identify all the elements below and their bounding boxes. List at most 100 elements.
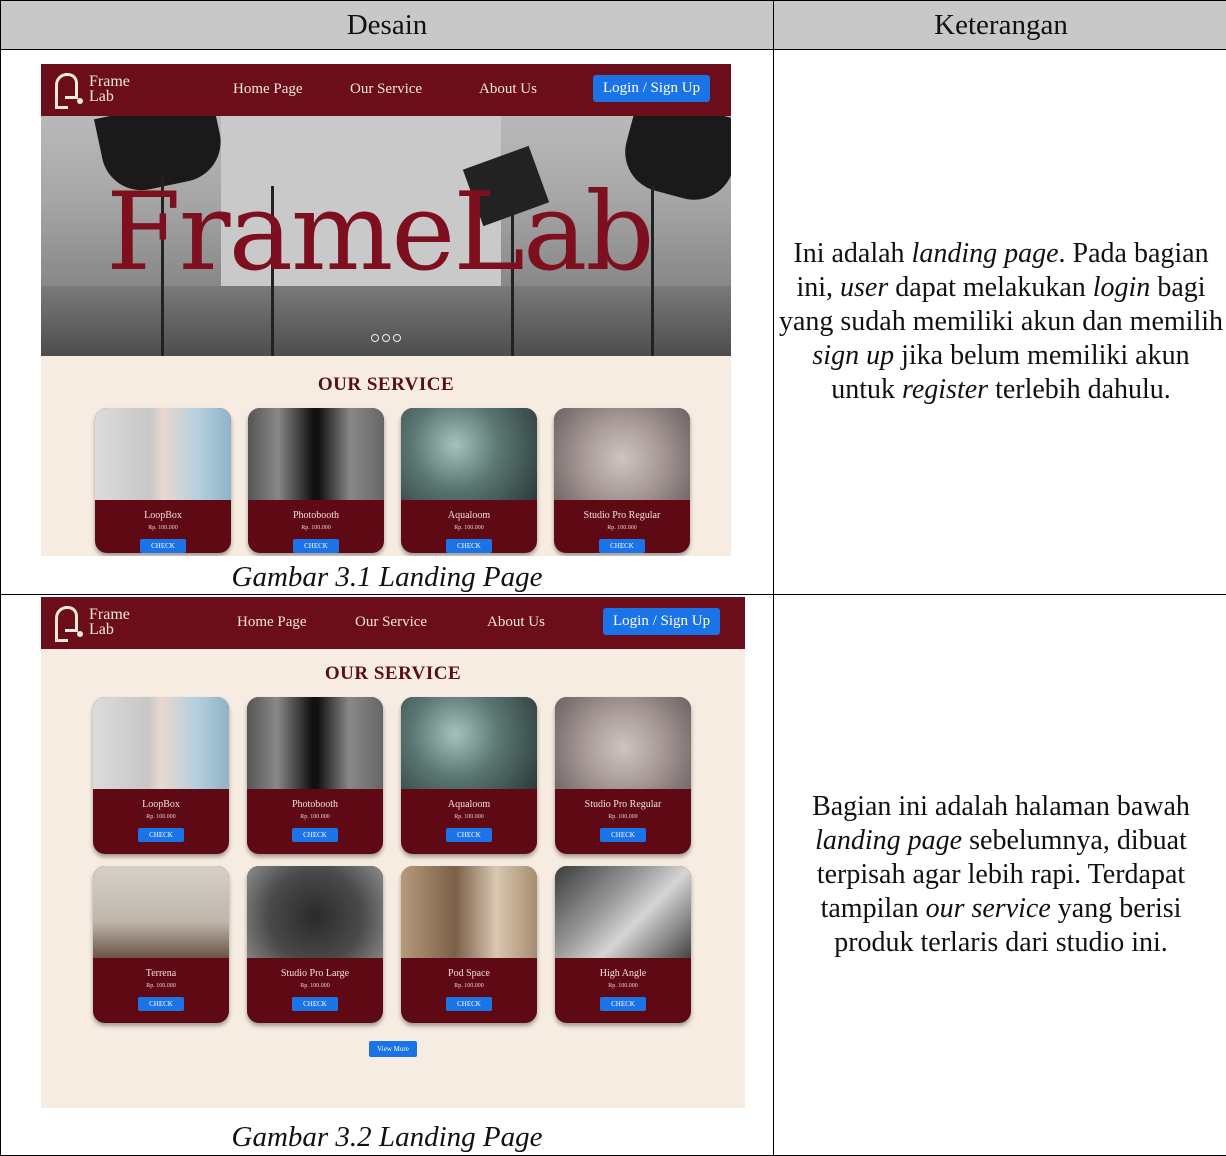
service-price: Rp. 100.000 [401,983,537,989]
nav-home-page[interactable]: Home Page [233,81,303,98]
service-card[interactable]: Studio Pro Regular Rp. 100.000 CHECK [554,408,690,553]
service-image [401,697,537,789]
description-cell-1: Ini adalah landing page. Pada bagian ini… [774,50,1226,595]
hero-banner: FrameLab [41,116,731,356]
service-card[interactable]: Terrena Rp. 100.000 CHECK [93,866,229,1023]
service-heading: OUR SERVICE [41,374,731,396]
service-grid: LoopBox Rp. 100.000 CHECK Photobooth Rp. 10… [41,408,731,553]
carousel-dots[interactable] [371,334,401,342]
service-card[interactable]: LoopBox Rp. 100.000 CHECK [95,408,231,553]
figure-caption: Gambar 3.1 Landing Page [1,560,773,594]
service-name: High Angle [555,968,691,979]
view-more-button[interactable]: View More [369,1041,417,1057]
check-button[interactable]: CHECK [600,997,646,1011]
service-price: Rp. 100.000 [555,814,691,820]
service-card[interactable]: LoopBox Rp. 100.000 CHECK [93,697,229,854]
service-name: LoopBox [95,510,231,521]
check-button[interactable]: CHECK [292,828,338,842]
service-image [401,866,537,958]
navbar: FrameLab Home Page Our Service About Us … [41,64,731,116]
service-price: Rp. 100.000 [247,814,383,820]
check-button[interactable]: CHECK [138,997,184,1011]
navbar: FrameLab Home Page Our Service About Us … [41,597,745,649]
service-price: Rp. 100.000 [554,525,690,531]
service-name: Photobooth [248,510,384,521]
nav-our-service[interactable]: Our Service [355,614,427,631]
login-signup-button[interactable]: Login / Sign Up [603,608,720,635]
service-image [93,697,229,789]
service-card[interactable]: Aqualoom Rp. 100.000 CHECK [401,408,537,553]
logo-mark-icon [53,604,85,640]
service-name: Studio Pro Regular [554,510,690,521]
service-card[interactable]: Aqualoom Rp. 100.000 CHECK [401,697,537,854]
table-header-row: Desain Keterangan [1,1,1226,50]
service-card[interactable]: Photobooth Rp. 100.000 CHECK [247,697,383,854]
service-image [555,866,691,958]
nav-about-us[interactable]: About Us [487,614,545,631]
check-button[interactable]: CHECK [599,539,645,553]
service-image [95,408,231,500]
service-card[interactable]: Studio Pro Large Rp. 100.000 CHECK [247,866,383,1023]
service-heading: OUR SERVICE [41,663,745,685]
logo-text-line2: Lab [89,622,130,637]
service-name: Pod Space [401,968,537,979]
service-image [93,866,229,958]
check-button[interactable]: CHECK [446,539,492,553]
service-name: LoopBox [93,799,229,810]
figure-caption: Gambar 3.2 Landing Page [1,1120,773,1154]
service-price: Rp. 100.000 [401,525,537,531]
service-name: Studio Pro Large [247,968,383,979]
check-button[interactable]: CHECK [138,828,184,842]
service-card[interactable]: Photobooth Rp. 100.000 CHECK [248,408,384,553]
check-button[interactable]: CHECK [600,828,646,842]
service-name: Aqualoom [401,799,537,810]
service-price: Rp. 100.000 [555,983,691,989]
logo-text-line1: Frame [89,74,130,89]
service-grid-row-1: LoopBox Rp. 100.000 CHECK Photobooth Rp. 10… [41,697,745,854]
nav-about-us[interactable]: About Us [479,81,537,98]
service-name: Aqualoom [401,510,537,521]
landing-mockup-1: FrameLab Home Page Our Service About Us … [41,64,731,556]
framelab-logo: FrameLab [53,71,130,107]
service-grid-row-2: Terrena Rp. 100.000 CHECK Studio Pro Large… [41,866,745,1023]
design-cell-2: FrameLab Home Page Our Service About Us … [1,595,774,1156]
logo-text-line1: Frame [89,607,130,622]
service-price: Rp. 100.000 [95,525,231,531]
service-price: Rp. 100.000 [93,814,229,820]
description-text: Bagian ini adalah halaman bawah landing … [778,790,1224,960]
logo-mark-icon [53,71,85,107]
service-card[interactable]: Studio Pro Regular Rp. 100.000 CHECK [555,697,691,854]
service-card[interactable]: High Angle Rp. 100.000 CHECK [555,866,691,1023]
service-price: Rp. 100.000 [401,814,537,820]
logo-text-line2: Lab [89,89,130,104]
service-name: Photobooth [247,799,383,810]
service-price: Rp. 100.000 [247,983,383,989]
nav-home-page[interactable]: Home Page [237,614,307,631]
service-card[interactable]: Pod Space Rp. 100.000 CHECK [401,866,537,1023]
nav-our-service[interactable]: Our Service [350,81,422,98]
service-image [554,408,690,500]
service-price: Rp. 100.000 [248,525,384,531]
design-table: Desain Keterangan FrameLab Home Page Our… [0,0,1226,1156]
login-signup-button[interactable]: Login / Sign Up [593,75,710,102]
design-cell-1: FrameLab Home Page Our Service About Us … [1,50,774,595]
check-button[interactable]: CHECK [293,539,339,553]
check-button[interactable]: CHECK [446,828,492,842]
service-image [555,697,691,789]
service-image [401,408,537,500]
check-button[interactable]: CHECK [446,997,492,1011]
hero-title: FrameLab [106,178,653,288]
table-row: FrameLab Home Page Our Service About Us … [1,50,1226,595]
service-price: Rp. 100.000 [93,983,229,989]
service-name: Studio Pro Regular [555,799,691,810]
framelab-logo: FrameLab [53,604,130,640]
check-button[interactable]: CHECK [292,997,338,1011]
service-image [247,697,383,789]
service-image [247,866,383,958]
table-row: FrameLab Home Page Our Service About Us … [1,595,1226,1156]
landing-mockup-2: FrameLab Home Page Our Service About Us … [41,597,745,1108]
service-name: Terrena [93,968,229,979]
service-image [248,408,384,500]
check-button[interactable]: CHECK [140,539,186,553]
header-keterangan: Keterangan [774,1,1226,50]
